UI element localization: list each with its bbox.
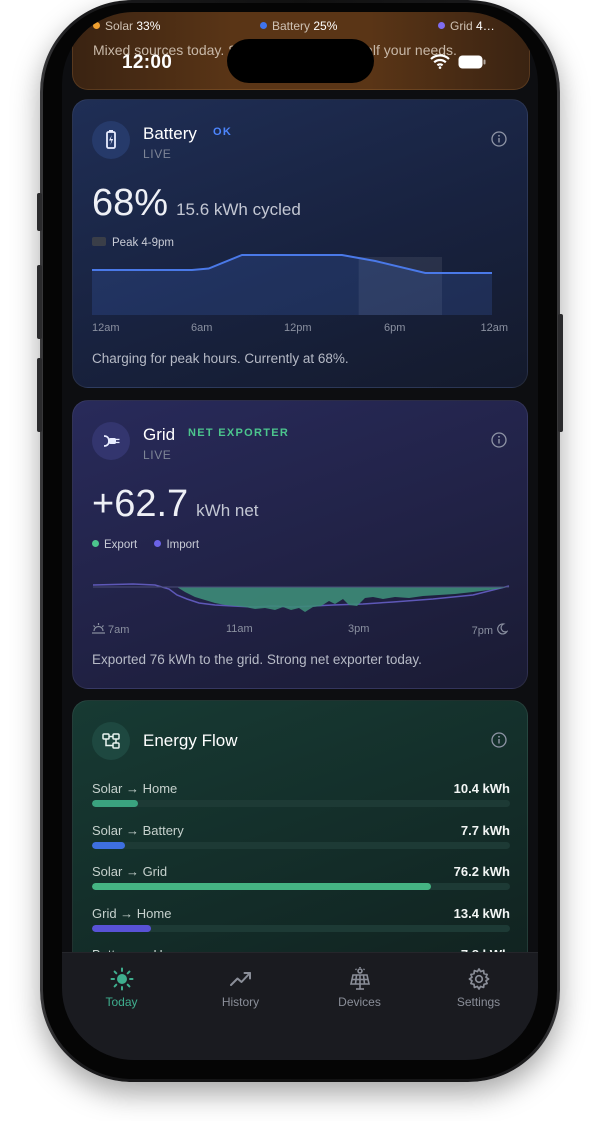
axis-label: 12pm xyxy=(284,322,312,334)
flow-row: Grid → Home 13.4 kWh xyxy=(92,906,510,936)
flow-bar-track xyxy=(92,800,510,807)
flow-bar-fill xyxy=(92,800,138,807)
flow-value: 10.4 kWh xyxy=(453,781,510,796)
grid-card[interactable]: Grid NET EXPORTER LIVE +62.7 kWh net Expo… xyxy=(72,400,528,689)
battery-description: Charging for peak hours. Currently at 68… xyxy=(92,351,349,366)
axis-label: 11am xyxy=(226,623,253,635)
moon-icon xyxy=(497,623,509,635)
flow-row: Solar → Grid 76.2 kWh xyxy=(92,864,510,894)
trend-icon xyxy=(230,972,251,986)
app-screen: Solar 33% Battery 25% Grid 4… Mixed sour… xyxy=(62,12,538,1060)
flow-label: Grid → Home xyxy=(92,905,172,921)
flow-bar-track xyxy=(92,841,510,849)
energy-flow-title: Energy Flow xyxy=(143,731,238,750)
flow-value: 13.4 kWh xyxy=(453,905,510,921)
sun-icon xyxy=(110,967,134,991)
axis-label: 3pm xyxy=(348,623,370,635)
grid-export-area xyxy=(177,587,509,612)
battery-status-icon xyxy=(458,55,486,69)
battery-level-chart xyxy=(92,254,492,315)
grid-chart-axis: 7am 11am 3pm 7pm xyxy=(92,623,509,637)
flow-row: Solar → Battery 7.7 kWh xyxy=(92,823,510,853)
action-button xyxy=(37,193,42,231)
tab-settings[interactable]: Settings xyxy=(419,953,538,1023)
grid-flow-chart xyxy=(92,583,510,612)
status-time: 12:00 xyxy=(122,52,173,73)
axis-label: 6am xyxy=(191,322,213,334)
scroll-content[interactable]: Solar 33% Battery 25% Grid 4… Mixed sour… xyxy=(62,12,538,1060)
tab-devices-label: Devices xyxy=(338,995,381,1009)
grid-description: Exported 76 kWh to the grid. Strong net … xyxy=(92,652,422,667)
axis-label-text: 7am xyxy=(108,624,130,636)
tab-history-label: History xyxy=(221,995,260,1009)
power-button xyxy=(558,314,563,432)
axis-label: 12am xyxy=(92,322,120,334)
tab-bar: Today History Devices Settings xyxy=(62,952,538,1060)
flow-label: Solar → Grid xyxy=(92,864,168,879)
battery-chart-axis: 12am 6am 12pm 6pm 12am xyxy=(92,322,508,336)
flow-icon xyxy=(92,722,130,760)
battery-card[interactable]: Battery OK LIVE 68% 15.6 kWh cycled Peak … xyxy=(72,99,528,388)
tab-today-label: Today xyxy=(105,995,138,1009)
axis-label: 7pm xyxy=(471,623,509,637)
gear-icon xyxy=(468,968,490,990)
flow-bar-fill xyxy=(92,883,431,890)
axis-label: 6pm xyxy=(384,322,406,334)
flow-value: 76.2 kWh xyxy=(453,864,510,879)
wifi-icon xyxy=(430,54,450,69)
flow-bar-track xyxy=(92,924,510,932)
dynamic-island xyxy=(227,39,374,83)
info-icon[interactable] xyxy=(491,732,507,748)
solar-panel-icon xyxy=(350,967,370,990)
flow-bar-fill xyxy=(92,924,151,932)
axis-label: 12am xyxy=(480,322,508,334)
status-bar: 12:00 xyxy=(62,12,538,83)
axis-label-text: 7pm xyxy=(471,625,493,637)
tab-history[interactable]: History xyxy=(181,953,300,1023)
flow-bar-track xyxy=(92,883,510,890)
tab-today[interactable]: Today xyxy=(62,953,181,1023)
flow-value: 7.7 kWh xyxy=(460,822,510,838)
volume-up-button xyxy=(37,265,42,339)
flow-row: Solar → Home 10.4 kWh xyxy=(92,781,510,811)
tab-devices[interactable]: Devices xyxy=(300,953,419,1023)
flow-bar-fill xyxy=(92,841,126,849)
tab-settings-label: Settings xyxy=(456,995,501,1009)
axis-label: 7am xyxy=(92,623,129,636)
flow-label: Solar → Home xyxy=(92,781,178,796)
flow-label: Solar → Battery xyxy=(92,822,184,838)
sunrise-icon xyxy=(92,623,105,634)
volume-down-button xyxy=(37,358,42,432)
